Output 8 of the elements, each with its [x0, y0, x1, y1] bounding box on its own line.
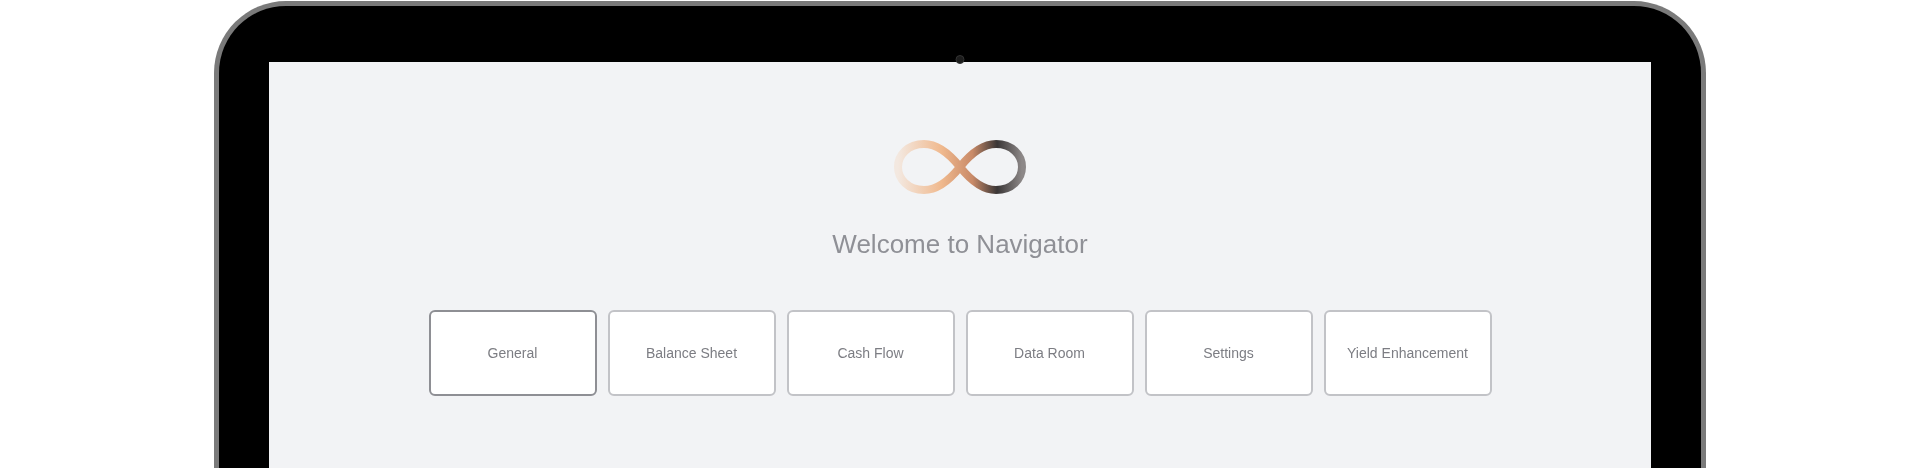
navigation-button[interactable]: General [428, 310, 597, 396]
welcome-heading: Welcome to Navigator [832, 231, 1088, 257]
infinity-logo-icon [892, 138, 1028, 196]
navigation-button[interactable]: Balance Sheet [607, 310, 776, 396]
navigation-button[interactable]: Data Room [965, 310, 1134, 396]
navigation-button[interactable]: Yield Enhancement [1323, 310, 1492, 396]
navigation-button[interactable]: Cash Flow [786, 310, 955, 396]
navigation-button[interactable]: Settings [1144, 310, 1313, 396]
